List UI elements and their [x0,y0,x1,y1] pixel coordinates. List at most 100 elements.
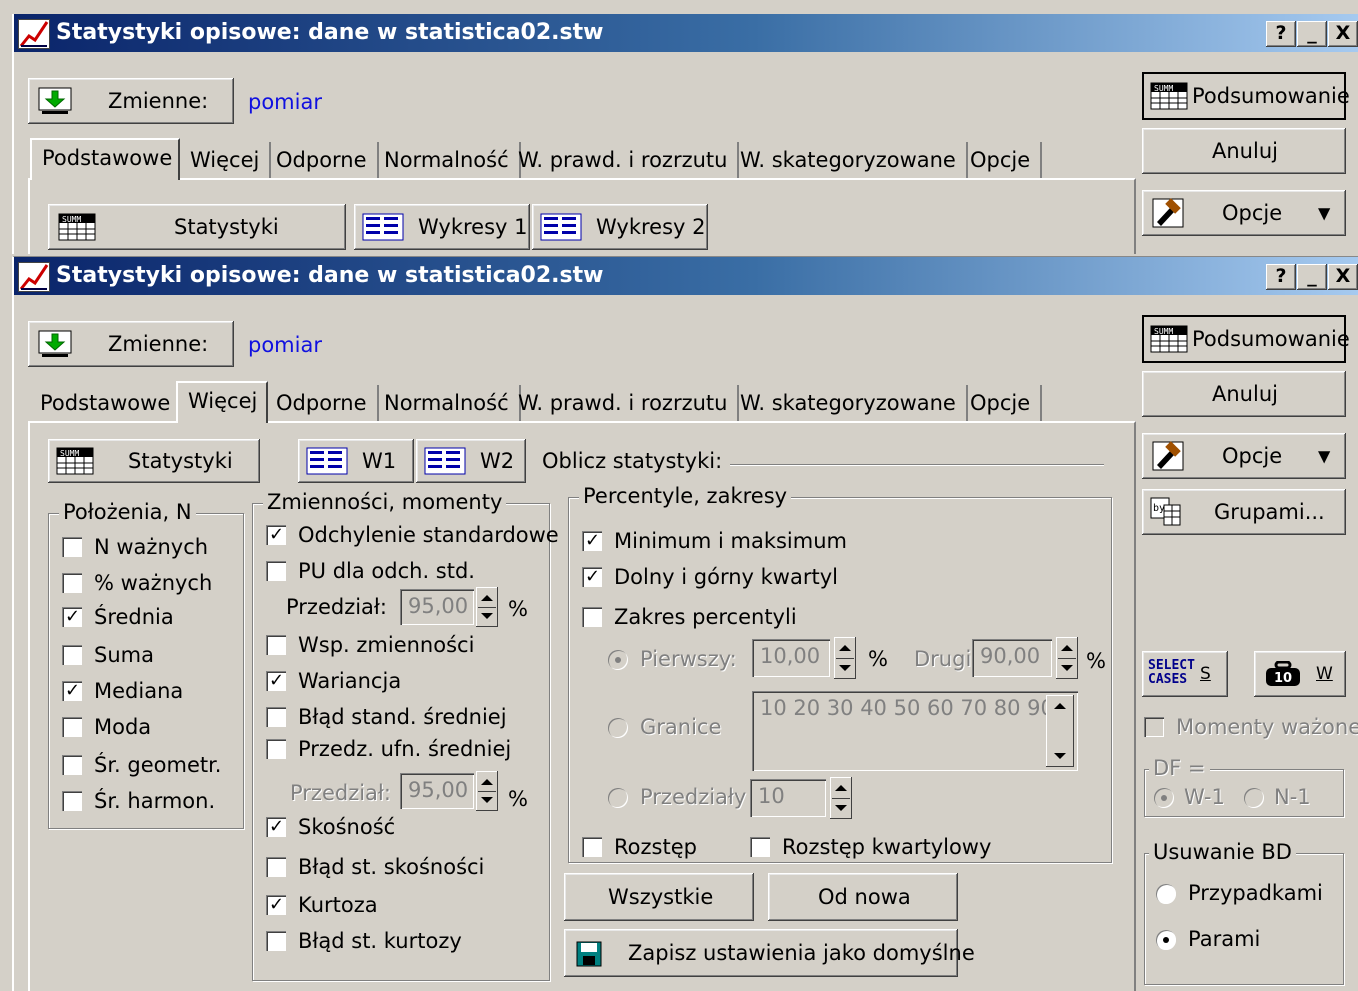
window-title: Statystyki opisowe: dane w statistica02.… [56,263,604,288]
options-label: Opcje [1222,201,1283,225]
plots2-button[interactable]: Wykresy 2 [532,204,708,250]
tab-odporne[interactable]: Odporne [266,142,379,178]
tab-normalnosc[interactable]: Normalność [374,385,521,421]
checkmark-icon: ✓ [269,816,285,837]
variability-group-title: Zmienności, momenty [263,490,507,514]
plots-icon [362,213,404,241]
by-group-label: Grupami... [1214,500,1325,524]
window-title: Statystyki opisowe: dane w statistica02.… [56,20,604,45]
options-label: Opcje [1222,444,1283,468]
tab-w-skategoryzowane[interactable]: W. skategoryzowane [730,142,968,178]
tab-podstawowe[interactable]: Podstawowe [30,385,183,421]
tab-normalnosc[interactable]: Normalność [374,142,521,178]
app-chart-icon [18,19,50,49]
help-button[interactable]: ? [1266,21,1296,47]
second-value-input[interactable]: 90,00 [972,639,1052,677]
tab-odporne[interactable]: Odporne [266,385,379,421]
weight-icon: 10 [1266,661,1300,686]
intervals-spinner[interactable] [830,777,852,819]
first-value-input[interactable]: 10,00 [752,639,830,677]
second-label: Drugi: [914,647,979,671]
cancel-button[interactable]: Anuluj [1142,371,1346,417]
dropdown-arrow-icon: ▼ [1318,446,1331,466]
location-group: Położenia, N [48,500,244,829]
summary-table-icon: SUMM [1150,325,1188,353]
minimize-button[interactable]: _ [1297,264,1327,290]
help-button[interactable]: ? [1266,264,1296,290]
svg-text:SUMM: SUMM [60,449,79,458]
statistics-button[interactable]: SUMM Statystyki [48,204,346,250]
variables-label: Zmienne: [108,89,209,113]
weight-button[interactable]: 10 W [1254,651,1346,697]
checkmark-icon: ✓ [585,566,601,587]
second-value-spinner[interactable] [1056,637,1078,679]
missing-data-group-title: Usuwanie BD [1149,840,1296,864]
percentiles-group-title: Percentyle, zakresy [579,484,792,508]
percent-sign: % [1086,649,1106,673]
options-button[interactable]: Opcje ▼ [1142,190,1346,236]
close-button[interactable]: X [1328,21,1358,47]
tab-podstawowe[interactable]: Podstawowe [30,138,180,180]
percent-sign: % [508,597,528,621]
selected-variable[interactable]: pomiar [248,333,322,357]
separator-line [730,464,1104,466]
svg-text:by: by [1153,503,1165,514]
selected-variable[interactable]: pomiar [248,90,322,114]
tab-opcje[interactable]: Opcje [960,142,1043,178]
statistics-label: Statystyki [174,215,279,239]
tab-w-prawd[interactable]: W. prawd. i rozrzutu [508,385,740,421]
summary-table-icon: SUMM [1150,82,1188,110]
tab-w-skategoryzowane[interactable]: W. skategoryzowane [730,385,968,421]
variables-button[interactable]: Zmienne: [28,321,234,367]
checkmark-icon: ✓ [65,606,81,627]
interval2-spinner[interactable] [476,771,498,811]
svg-text:SUMM: SUMM [1154,84,1173,93]
title-bar[interactable]: Statystyki opisowe: dane w statistica02.… [14,257,1358,295]
interval2-input[interactable]: 95,00 [400,773,474,809]
summary-label: Podsumowanie [1192,327,1350,351]
location-group-title: Położenia, N [59,500,196,524]
tab-opcje[interactable]: Opcje [960,385,1043,421]
tab-wiecej[interactable]: Więcej [176,381,268,423]
variables-label: Zmienne: [108,332,209,356]
tab-wiecej[interactable]: Więcej [180,142,272,178]
cancel-button[interactable]: Anuluj [1142,128,1346,174]
summary-label: Podsumowanie [1192,84,1350,108]
options-hammer-icon [1152,441,1184,471]
plots-icon [540,213,582,241]
variables-button[interactable]: Zmienne: [28,78,234,124]
options-button[interactable]: Opcje ▼ [1142,433,1346,479]
minimize-button[interactable]: _ [1297,21,1327,47]
compute-stats-label: Oblicz statystyki: [542,449,723,473]
reset-button[interactable]: Od nowa [768,873,958,921]
checkmark-icon: ✓ [269,670,285,691]
summary-button[interactable]: SUMM Podsumowanie [1142,72,1350,120]
w1-button[interactable]: W1 [298,439,414,483]
tab-w-prawd[interactable]: W. prawd. i rozrzutu [508,142,740,178]
w1-label: W1 [362,449,397,473]
save-defaults-button[interactable]: Zapisz ustawienia jako domyślne [564,929,975,977]
w2-button[interactable]: W2 [416,439,526,483]
by-group-button[interactable]: by Grupami... [1142,489,1346,535]
w2-label: W2 [480,449,515,473]
svg-text:SUMM: SUMM [1154,327,1173,336]
statistics-button[interactable]: SUMM Statystyki [48,439,260,483]
checkmark-icon: ✓ [269,894,285,915]
bounds-textarea[interactable]: 10 20 30 40 50 60 70 80 90 [752,691,1078,771]
title-bar[interactable]: Statystyki opisowe: dane w statistica02.… [14,14,1358,52]
percent-sign: % [868,647,888,671]
bounds-scrollbar[interactable] [1046,695,1074,767]
first-value-spinner[interactable] [834,637,856,679]
plots1-button[interactable]: Wykresy 1 [354,204,530,250]
interval1-input[interactable]: 95,00 [400,589,474,625]
select-all-button[interactable]: Wszystkie [564,873,754,921]
interval1-spinner[interactable] [476,587,498,627]
svg-text:SUMM: SUMM [62,215,81,224]
plots-icon [424,447,466,475]
select-cases-button[interactable]: SELECT CASES S [1142,651,1228,697]
dropdown-arrow-icon: ▼ [1318,203,1331,223]
close-button[interactable]: X [1328,264,1358,290]
intervals-input[interactable]: 10 [750,779,826,817]
variables-icon [38,87,72,114]
summary-button[interactable]: SUMM Podsumowanie [1142,315,1350,363]
